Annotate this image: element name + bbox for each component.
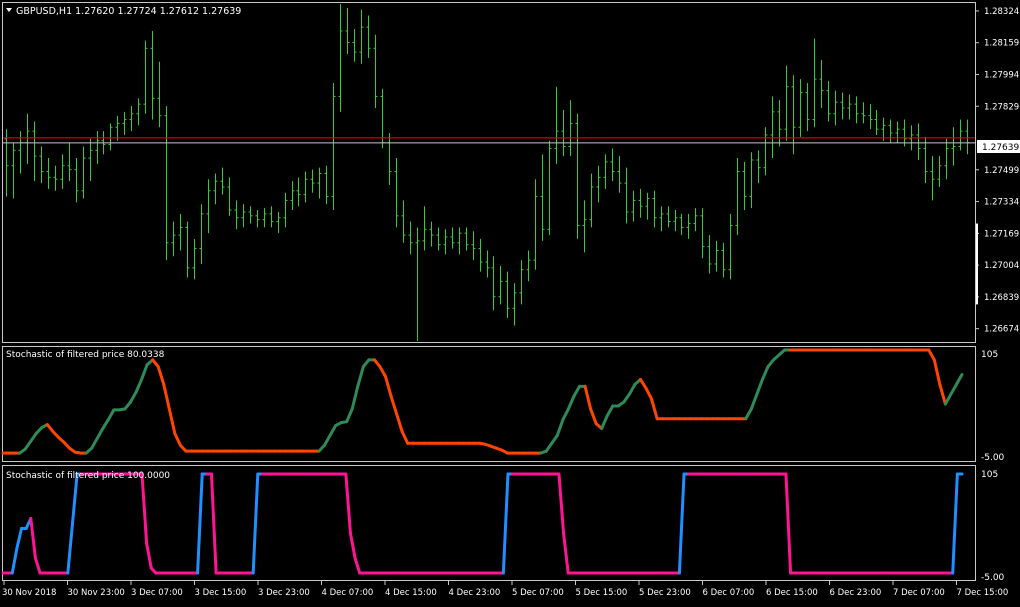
time-label: 6 Dec 07:00 [703,588,755,598]
panel2-bottom-label: -5.00 [981,573,1005,583]
time-label: 7 Dec 07:00 [893,588,945,598]
price-label: 1.28324 [984,7,1019,17]
time-label: 6 Dec 15:00 [766,588,818,598]
price-label: 1.28159 [984,39,1019,49]
time-label: 4 Dec 07:00 [322,588,374,598]
price-label: 1.27829 [984,102,1019,112]
current-price-label: 1.27639 [982,143,1019,153]
time-label: 5 Dec 07:00 [512,588,564,598]
panel1-top-label: 105 [981,350,998,360]
chart-canvas[interactable]: 1.28324 1.28159 1.27994 1.27829 1.27499 1.273… [0,0,1020,603]
time-label: 3 Dec 07:00 [131,588,183,598]
time-label: 7 Dec 15:00 [957,588,1009,598]
panel2-title: Stochastic of filtered price 100.0000 [6,471,170,481]
time-label: 4 Dec 23:00 [449,588,501,598]
chart-window[interactable]: 1.28324 1.28159 1.27994 1.27829 1.27499 1.273… [0,0,1020,603]
time-label: 3 Dec 15:00 [195,588,247,598]
panel1-title: Stochastic of filtered price 80.0338 [6,350,165,360]
panel1-bottom-label: -5.00 [981,453,1005,463]
time-label: 6 Dec 23:00 [830,588,882,598]
time-label: 30 Nov 2018 [2,588,56,598]
time-label: 30 Nov 23:00 [68,588,125,598]
time-label: 4 Dec 15:00 [385,588,437,598]
time-label: 3 Dec 23:00 [258,588,310,598]
time-label: 5 Dec 15:00 [576,588,628,598]
price-label: 1.26674 [984,325,1019,335]
panel2-top-label: 105 [981,470,998,480]
symbol-header: GBPUSD,H1 1.27620 1.27724 1.27612 1.2763… [16,6,241,17]
time-label: 5 Dec 23:00 [639,588,691,598]
price-label: 1.26839 [984,293,1019,303]
price-label: 1.27334 [984,198,1019,208]
price-label: 1.27994 [984,70,1019,80]
price-label: 1.27004 [984,261,1019,271]
price-label: 1.27499 [984,166,1019,176]
price-label: 1.27169 [984,229,1019,239]
